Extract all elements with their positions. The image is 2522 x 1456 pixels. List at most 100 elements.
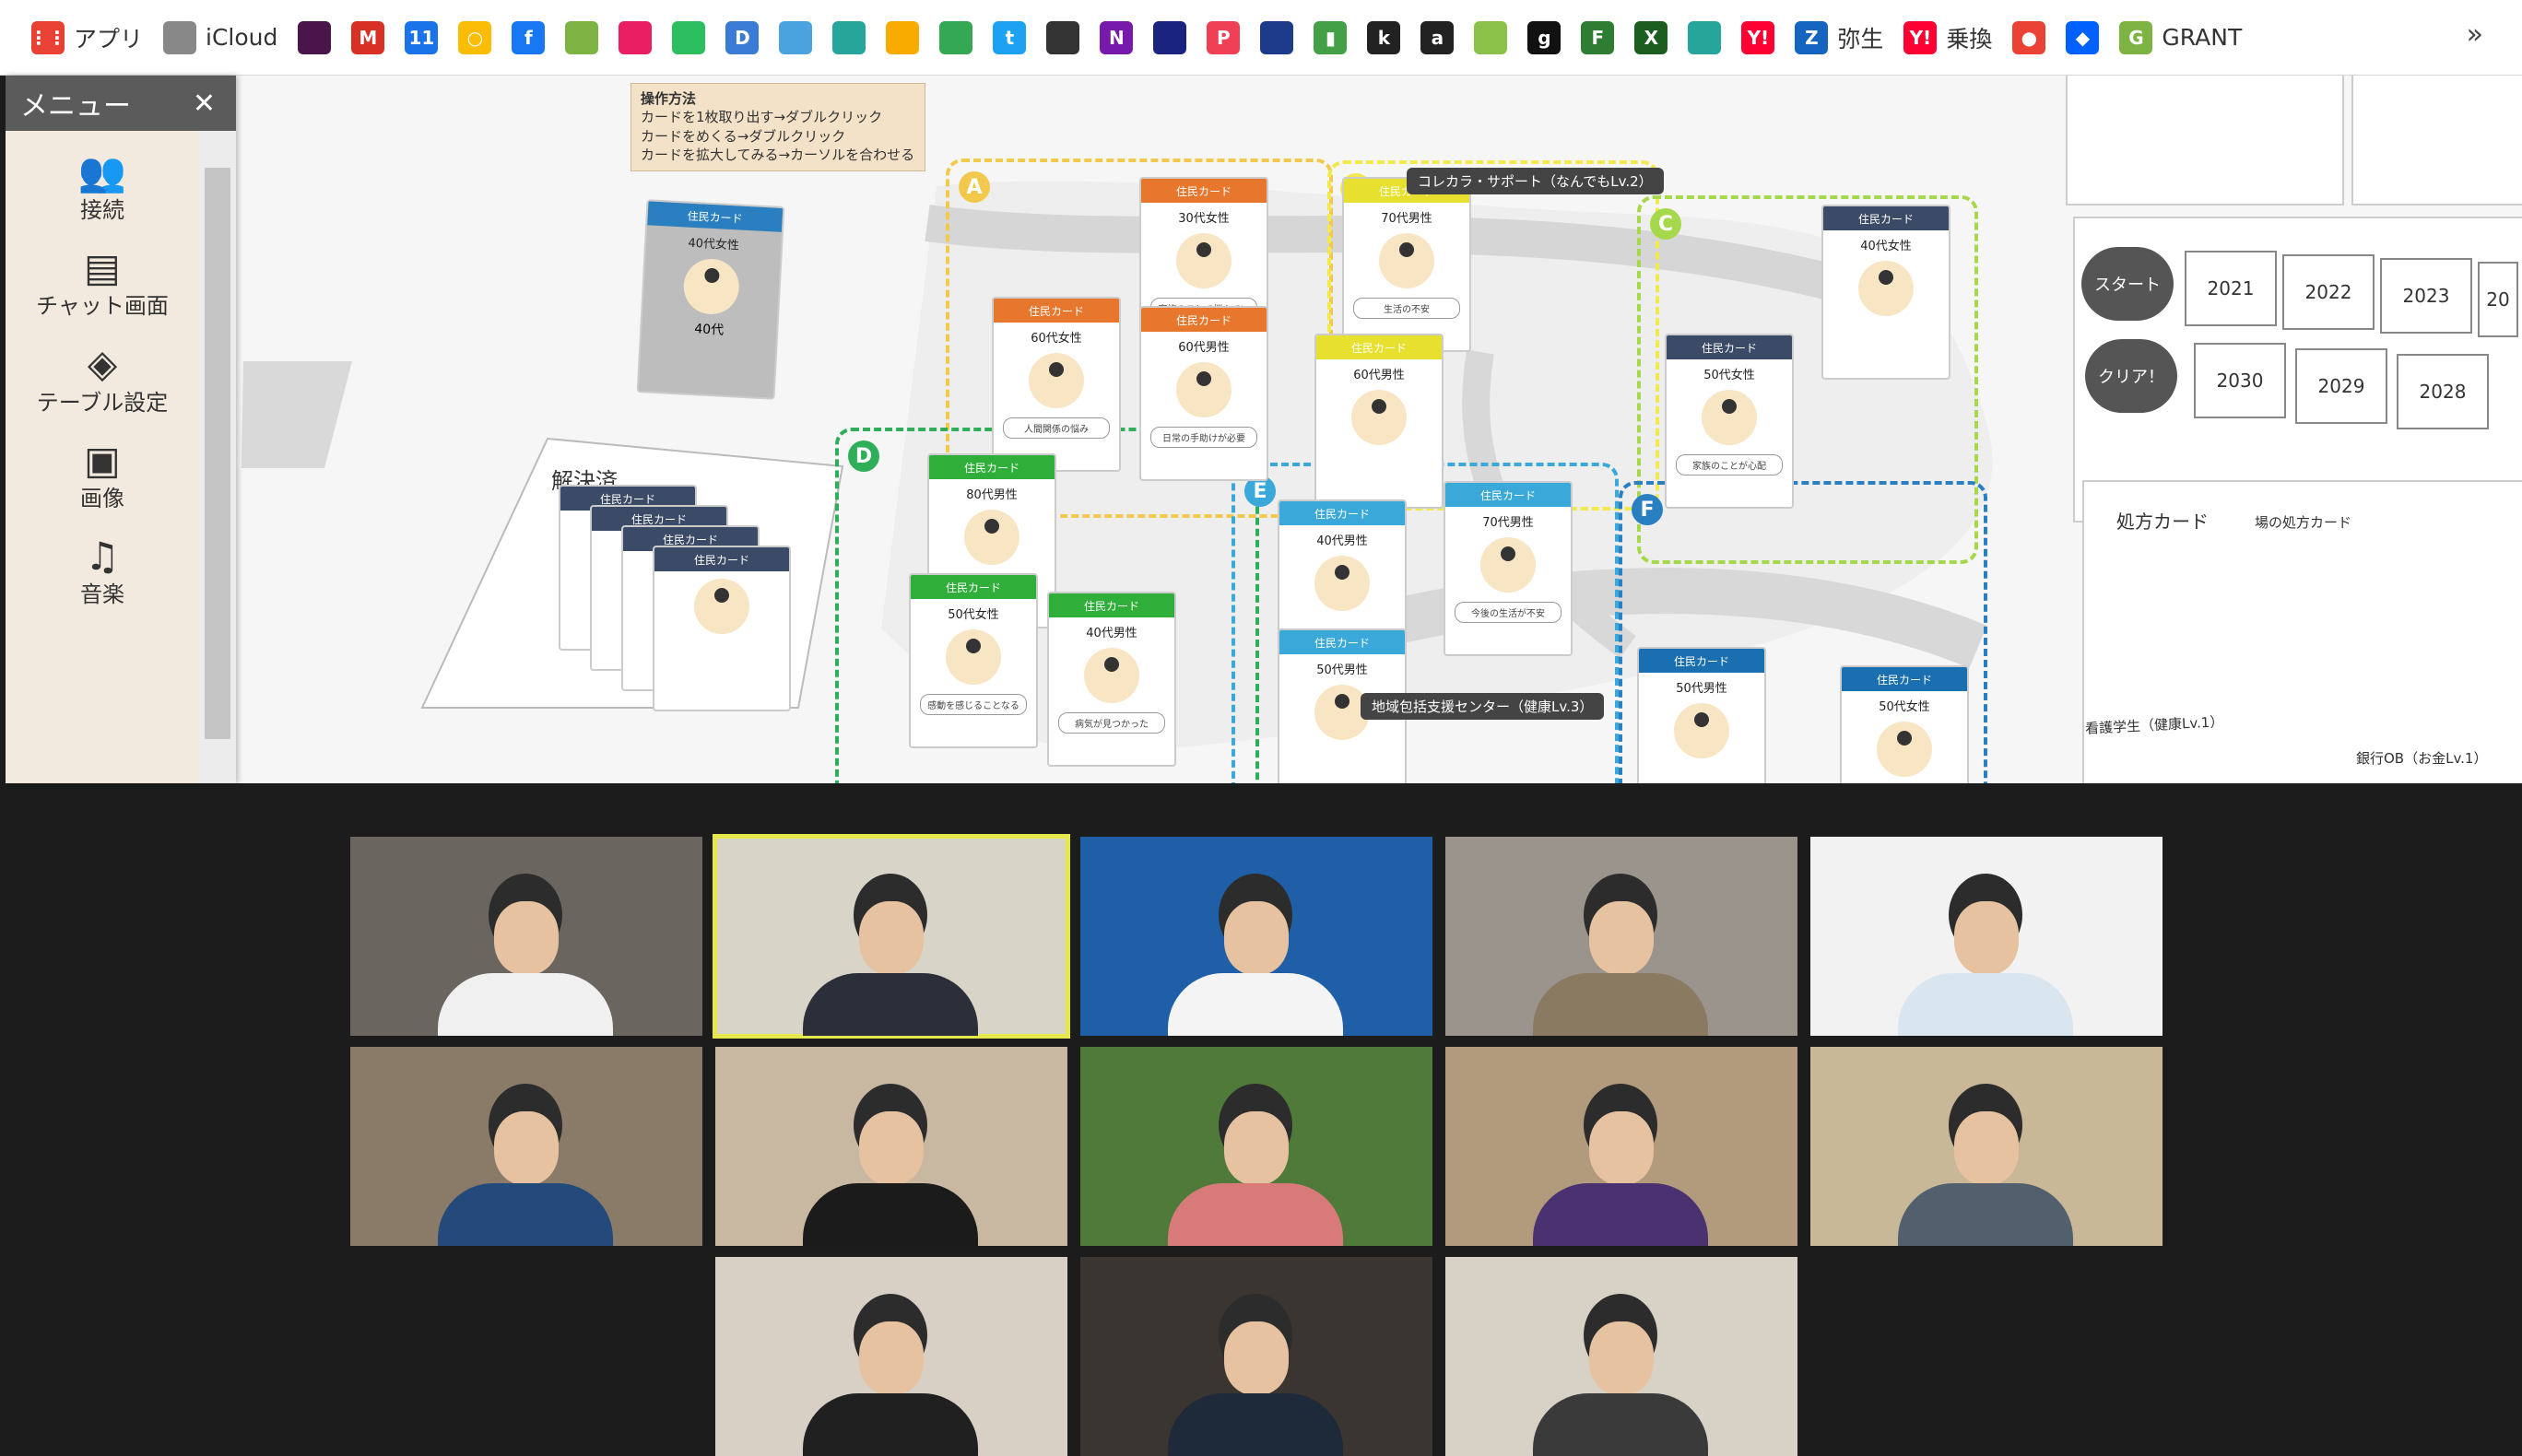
bookmark-1[interactable]: iCloud (163, 12, 277, 64)
bookmark-27[interactable]: X (1634, 12, 1668, 64)
participant-body (1168, 1183, 1343, 1246)
menu-scroll-thumb[interactable] (205, 168, 230, 739)
participant-3-video[interactable] (1080, 837, 1432, 1036)
participant-9-video[interactable] (1445, 1047, 1797, 1246)
analytics-icon (886, 20, 920, 54)
close-icon[interactable]: ✕ (193, 88, 216, 120)
bookmark-7[interactable] (565, 12, 599, 64)
participant-body (1168, 973, 1343, 1036)
bookmark-22[interactable]: k (1367, 12, 1401, 64)
bookmark-2[interactable] (298, 12, 332, 64)
blank-tile[interactable] (242, 361, 352, 468)
bookmark-8[interactable] (619, 12, 653, 64)
bookmark-0[interactable]: ⋮⋮ アプリ (29, 12, 144, 64)
participant-11-video[interactable] (715, 1257, 1067, 1456)
bookmark-20[interactable] (1260, 12, 1294, 64)
bookmark-25[interactable]: g (1527, 12, 1562, 64)
bookmark-13[interactable] (886, 12, 920, 64)
bookmark-23[interactable]: a (1420, 12, 1455, 64)
twitter-icon: t (993, 20, 1027, 54)
bookmark-34[interactable]: G GRANT (2119, 12, 2242, 64)
bookmark-3[interactable]: M (351, 12, 385, 64)
gear-green-icon (1688, 20, 1722, 54)
bookmark-label: 乗換 (1946, 25, 1993, 53)
layers-icon: ◈ (87, 341, 118, 387)
table-board[interactable] (6, 76, 2522, 783)
urbolab-icon (779, 20, 813, 54)
bookmark-label: アプリ (74, 25, 144, 53)
chevron-more-icon[interactable]: » (2467, 18, 2483, 51)
bookmark-31[interactable]: Y! 乗換 (1903, 12, 1992, 64)
role-panel-left[interactable] (2066, 76, 2344, 205)
bookmark-26[interactable]: F (1581, 12, 1615, 64)
circle-icon: ○ (458, 20, 492, 54)
apple-icon (163, 20, 197, 54)
participant-body (803, 1183, 978, 1246)
bookmarks-bar: ⋮⋮ アプリ iCloud M 11 ○ f Dt N P ▮ k a g F X Y! Z 弥生 Y! 乗換 ● ◆ G GR… (0, 0, 2522, 76)
role-panel-right[interactable] (2351, 76, 2522, 205)
menu-item-4[interactable]: ♫ 音楽 (6, 533, 199, 611)
bookmark-30[interactable]: Z 弥生 (1795, 12, 1883, 64)
f-icon: F (1581, 20, 1615, 54)
bookmark-19[interactable]: P (1207, 12, 1241, 64)
menu-item-label: 音楽 (80, 581, 124, 607)
participant-1-video[interactable] (350, 837, 702, 1036)
board-canvas[interactable] (6, 76, 2522, 783)
bookmark-9[interactable] (672, 12, 706, 64)
bookmark-11[interactable] (779, 12, 813, 64)
bookmark-18[interactable] (1153, 12, 1187, 64)
participant-13-video[interactable] (1445, 1257, 1797, 1456)
bookmark-16[interactable] (1046, 12, 1080, 64)
participant-10-video[interactable] (1810, 1047, 2163, 1246)
bookmark-29[interactable]: Y! (1741, 12, 1775, 64)
yayoi-icon: Z (1795, 20, 1829, 54)
timeline-panel[interactable] (2073, 217, 2522, 523)
bookmark-10[interactable]: D (725, 12, 760, 64)
participant-12-video[interactable] (1080, 1257, 1432, 1456)
menu-item-3[interactable]: ▣ 画像 (6, 439, 199, 515)
menu-item-0[interactable]: 👥 接続 (6, 150, 199, 227)
participant-2-video[interactable] (713, 834, 1070, 1039)
menu-item-label: チャット画面 (36, 293, 169, 320)
bookmark-label: 弥生 (1837, 25, 1884, 53)
participant-6-video[interactable] (350, 1047, 702, 1246)
menu-item-label: 接続 (80, 197, 124, 224)
menu-item-1[interactable]: ▤ チャット画面 (6, 245, 199, 323)
participant-face (1954, 1111, 2019, 1185)
bookmark-label: iCloud (206, 24, 278, 51)
bookmark-5[interactable]: ○ (458, 12, 492, 64)
participant-5-video[interactable] (1810, 837, 2163, 1036)
bookmark-15[interactable]: t (993, 12, 1027, 64)
participant-body (1533, 1183, 1708, 1246)
bookmark-17[interactable]: N (1100, 12, 1134, 64)
participant-body (1898, 1183, 2073, 1246)
menu-scrollbar[interactable] (199, 131, 236, 783)
pattern-icon (1046, 20, 1080, 54)
bookmark-12[interactable] (832, 12, 866, 64)
bookmark-24[interactable] (1474, 12, 1508, 64)
participant-face (494, 901, 559, 975)
bookmark-4[interactable]: 11 (405, 12, 439, 64)
video-grid (0, 783, 2522, 1456)
bookmark-32[interactable]: ● (2012, 12, 2046, 64)
participant-face (1954, 901, 2019, 975)
k-icon: k (1367, 20, 1401, 54)
nikkei-icon (1153, 20, 1187, 54)
bookmark-6[interactable]: f (512, 12, 546, 64)
participant-7-video[interactable] (715, 1047, 1067, 1246)
participant-body (803, 1393, 978, 1456)
resolved-panel[interactable] (420, 437, 844, 709)
pocket-icon: P (1207, 20, 1241, 54)
music-icon: ♫ (85, 533, 120, 579)
bookmark-14[interactable] (939, 12, 973, 64)
participant-8-video[interactable] (1080, 1047, 1432, 1246)
participant-body (1898, 973, 2073, 1036)
prescription-panel[interactable] (2082, 480, 2522, 783)
bookmark-33[interactable]: ◆ (2066, 12, 2100, 64)
bookmark-21[interactable]: ▮ (1314, 12, 1348, 64)
participant-4-video[interactable] (1445, 837, 1797, 1036)
menu-item-2[interactable]: ◈ テーブル設定 (6, 343, 199, 418)
chat-icon: ▤ (84, 245, 121, 291)
bookmark-28[interactable] (1688, 12, 1722, 64)
participant-body (438, 973, 613, 1036)
